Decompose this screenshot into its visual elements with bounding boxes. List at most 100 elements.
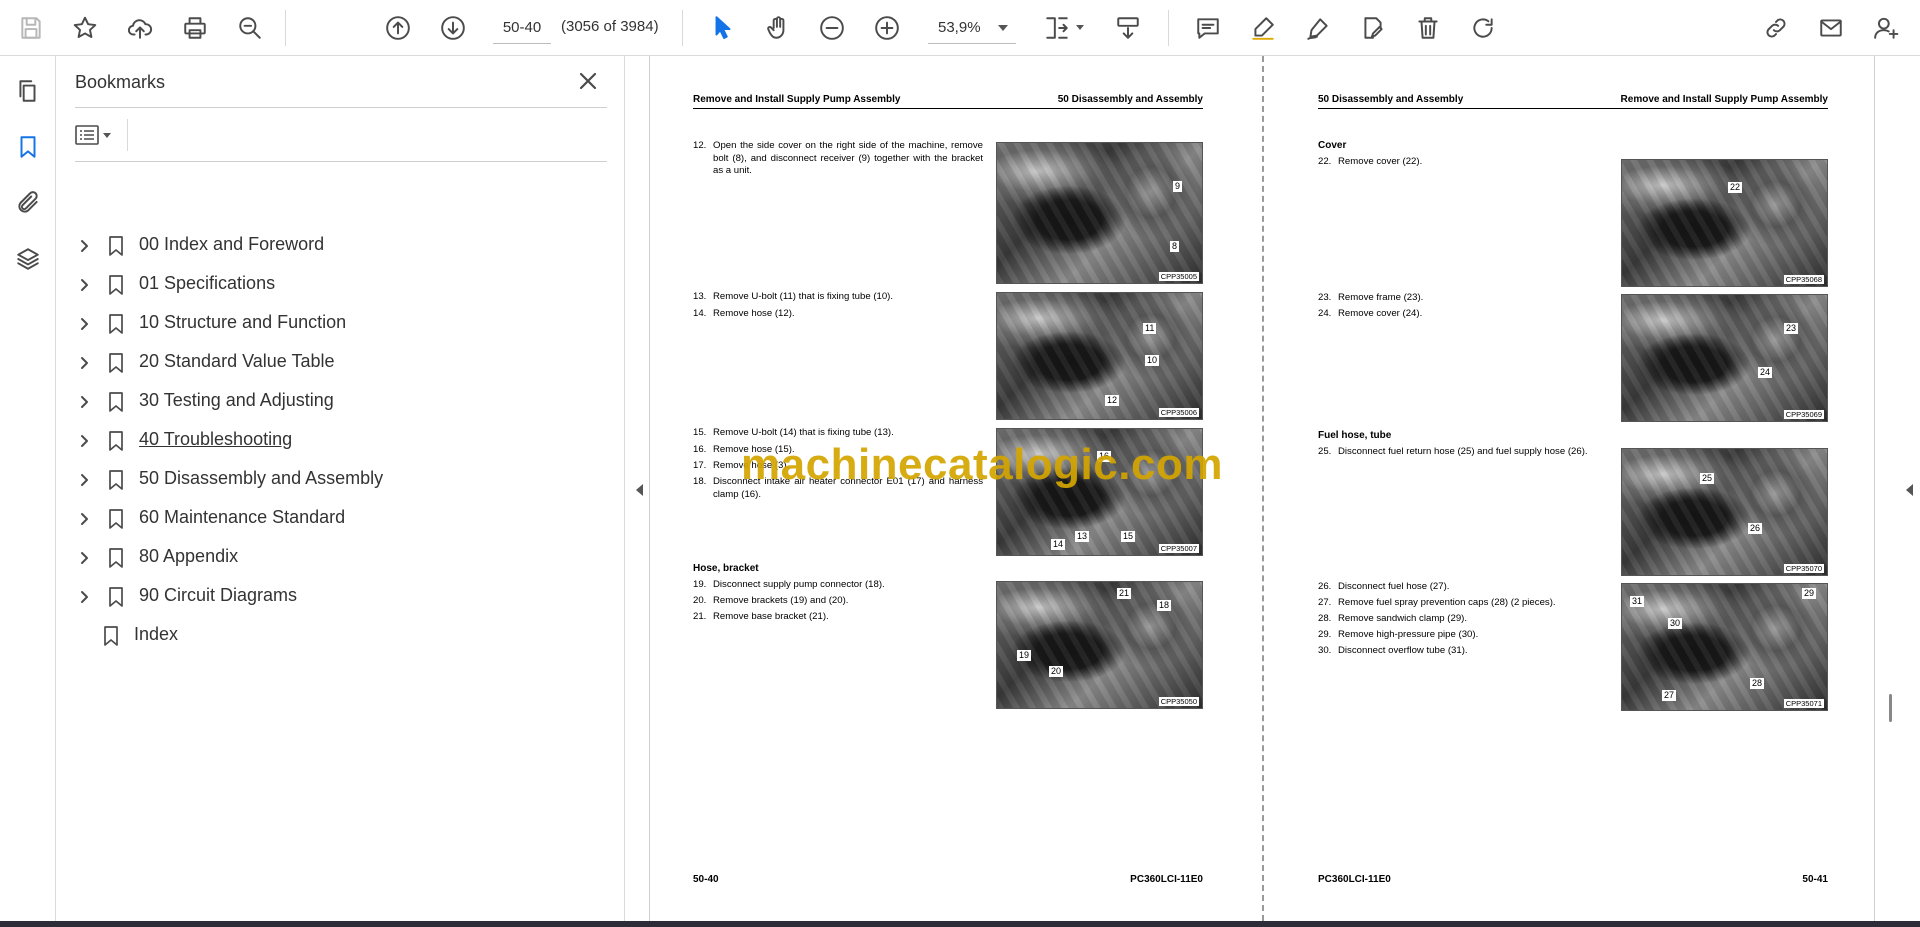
- rotate-icon[interactable]: [1466, 11, 1500, 45]
- figure-code: CPP35005: [1158, 272, 1199, 281]
- callout-number: 28: [1750, 678, 1765, 689]
- callout-number: 31: [1630, 596, 1645, 607]
- figure-photo: 22 CPP35068: [1621, 159, 1828, 287]
- step-number: 16.: [693, 444, 707, 455]
- comment-icon[interactable]: [1191, 11, 1225, 45]
- chevron-right-icon[interactable]: [71, 350, 97, 376]
- bookmark-icon: [101, 545, 131, 571]
- figure-photo: 21 18 19 20 CPP35050: [996, 581, 1203, 709]
- step-text: Remove cover (22).: [1338, 156, 1423, 167]
- bookmark-item[interactable]: 20 Standard Value Table: [71, 343, 611, 382]
- chevron-left-icon: [635, 484, 643, 496]
- step-item: 29. Remove high-pressure pipe (30).: [1318, 629, 1608, 642]
- callout-number: 13: [1075, 531, 1090, 542]
- bookmark-item[interactable]: 30 Testing and Adjusting: [71, 382, 611, 421]
- zoom-in-icon[interactable]: [870, 11, 904, 45]
- chevron-right-icon[interactable]: [71, 389, 97, 415]
- callout-number: 9: [1173, 181, 1183, 192]
- chevron-right-icon[interactable]: [71, 506, 97, 532]
- callout-number: 18: [1157, 600, 1172, 611]
- page-fit-dropdown-icon[interactable]: [1076, 25, 1084, 30]
- scrolling-mode-icon[interactable]: [1111, 11, 1145, 45]
- page-number-input[interactable]: [493, 12, 551, 44]
- section-heading: Fuel hose, tube: [1318, 430, 1392, 441]
- step-text: Remove frame (23).: [1338, 292, 1424, 303]
- chevron-left-icon: [1905, 484, 1913, 496]
- print-icon[interactable]: [178, 11, 212, 45]
- header-right: Remove and Install Supply Pump Assembly: [1620, 94, 1828, 105]
- attachments-icon[interactable]: [13, 188, 43, 218]
- step-number: 18.: [693, 476, 707, 487]
- chevron-down-icon: [998, 25, 1008, 31]
- callout-number: 10: [1145, 355, 1160, 366]
- layers-icon[interactable]: [13, 244, 43, 274]
- email-icon[interactable]: [1814, 11, 1848, 45]
- chevron-right-icon[interactable]: [71, 233, 97, 259]
- bookmark-item[interactable]: Index: [71, 616, 611, 655]
- step-number: 14.: [693, 308, 707, 319]
- bookmark-item[interactable]: 00 Index and Foreword: [71, 226, 611, 265]
- close-icon[interactable]: [577, 70, 603, 96]
- bookmark-item[interactable]: 80 Appendix: [71, 538, 611, 577]
- chevron-right-icon[interactable]: [71, 584, 97, 610]
- bookmark-icon: [101, 428, 131, 454]
- highlight-pen-icon[interactable]: [1246, 11, 1280, 45]
- previous-page-icon[interactable]: [381, 11, 415, 45]
- pages-thumbnail-icon[interactable]: [13, 76, 43, 106]
- account-icon[interactable]: [1869, 11, 1903, 45]
- bookmark-item[interactable]: 90 Circuit Diagrams: [71, 577, 611, 616]
- chevron-right-icon[interactable]: [71, 545, 97, 571]
- hand-tool-icon[interactable]: [761, 11, 795, 45]
- zoom-select[interactable]: 53,9%: [928, 12, 1016, 44]
- sign-icon[interactable]: [1301, 11, 1335, 45]
- bookmark-label: Index: [134, 624, 179, 644]
- bookmark-star-icon[interactable]: [68, 11, 102, 45]
- section-heading: Hose, bracket: [693, 563, 759, 574]
- page-number: 50-41: [1802, 874, 1828, 885]
- bookmark-item[interactable]: 10 Structure and Function: [71, 304, 611, 343]
- chevron-right-icon[interactable]: [71, 428, 97, 454]
- bookmark-item[interactable]: 01 Specifications: [71, 265, 611, 304]
- bookmark-label: 01 Specifications: [139, 273, 276, 293]
- step-number: 28.: [1318, 613, 1332, 624]
- bookmark-label: 20 Standard Value Table: [139, 351, 335, 371]
- share-link-icon[interactable]: [1759, 11, 1793, 45]
- toolbar: (3056 of 3984) 53,9%: [0, 0, 1920, 56]
- save-icon[interactable]: [14, 11, 48, 45]
- bookmark-label: 30 Testing and Adjusting: [139, 390, 334, 410]
- zoom-value: 53,9%: [938, 19, 981, 36]
- step-number: 15.: [693, 427, 707, 438]
- bookmark-item[interactable]: 60 Maintenance Standard: [71, 499, 611, 538]
- callout-number: 24: [1758, 367, 1773, 378]
- figure-code: CPP35071: [1783, 699, 1824, 708]
- chevron-right-icon[interactable]: [71, 467, 97, 493]
- callout-number: 26: [1748, 523, 1763, 534]
- document-viewer[interactable]: Remove and Install Supply Pump Assembly 5…: [626, 56, 1920, 921]
- zoom-search-icon[interactable]: [233, 11, 267, 45]
- bookmark-item[interactable]: 50 Disassembly and Assembly: [71, 460, 611, 499]
- select-pointer-icon[interactable]: [706, 11, 740, 45]
- delete-icon[interactable]: [1411, 11, 1445, 45]
- page-count: (3056 of 3984): [561, 18, 659, 35]
- bookmarks-icon[interactable]: [13, 132, 43, 162]
- edit-pdf-icon[interactable]: [1356, 11, 1390, 45]
- chevron-right-icon[interactable]: [71, 311, 97, 337]
- page-fit-icon[interactable]: [1040, 11, 1074, 45]
- step-text: Open the side cover on the right side of…: [713, 140, 983, 176]
- list-options-icon: [75, 125, 99, 145]
- chevron-right-icon[interactable]: [71, 272, 97, 298]
- next-page-icon[interactable]: [436, 11, 470, 45]
- expand-right-panel-button[interactable]: [1902, 478, 1916, 502]
- step-number: 26.: [1318, 581, 1332, 592]
- step-text: Disconnect overflow tube (31).: [1338, 645, 1468, 656]
- upload-cloud-icon[interactable]: [123, 11, 157, 45]
- bookmark-icon: [101, 311, 131, 337]
- zoom-out-icon[interactable]: [815, 11, 849, 45]
- step-item: 25. Disconnect fuel return hose (25) and …: [1318, 446, 1608, 459]
- bookmark-item[interactable]: 40 Troubleshooting: [71, 421, 611, 460]
- bookmark-options-button[interactable]: [75, 120, 121, 150]
- bookmark-label: 90 Circuit Diagrams: [139, 585, 298, 605]
- vertical-scrollbar-thumb[interactable]: [1889, 694, 1892, 722]
- collapse-left-panel-button[interactable]: [632, 478, 646, 502]
- bookmark-icon: [96, 623, 126, 649]
